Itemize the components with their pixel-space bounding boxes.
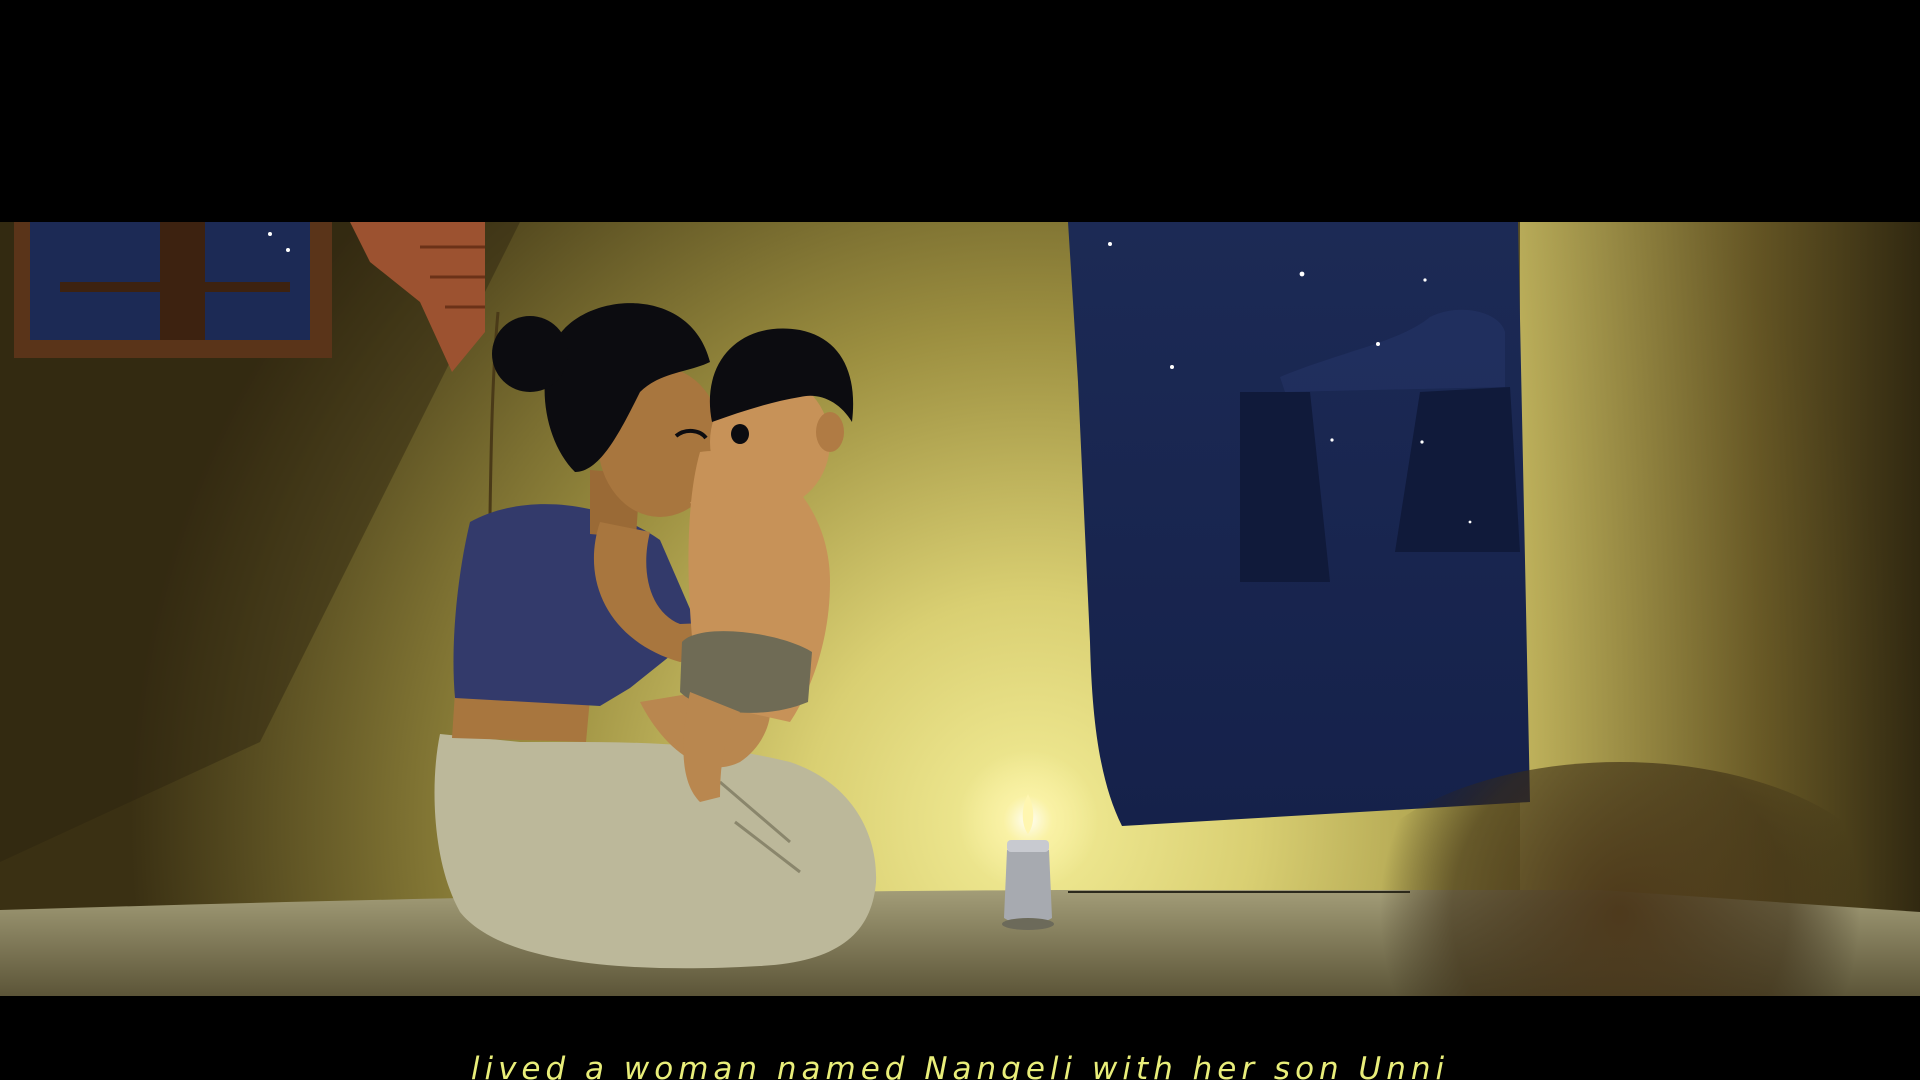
subtitle-caption: lived a woman named Nangeli with her son…: [470, 1051, 1450, 1080]
animation-scene: [0, 222, 1920, 996]
video-frame: lived a woman named Nangeli with her son…: [0, 0, 1920, 1080]
night-window: [1068, 222, 1530, 826]
small-window: [14, 222, 332, 358]
scene-illustration: [0, 222, 1920, 996]
